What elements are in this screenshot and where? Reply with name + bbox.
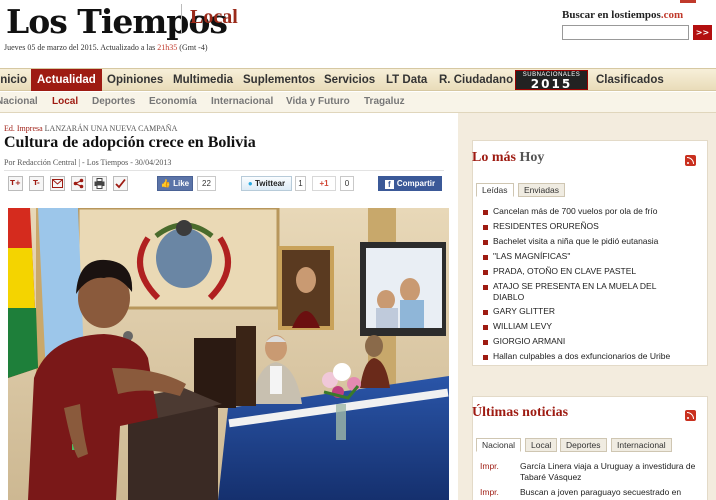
tools-divider <box>4 170 444 171</box>
news-tag: Impr. <box>480 487 499 497</box>
rss-icon[interactable] <box>685 410 696 421</box>
search-label-text: Buscar en lostiempos <box>562 9 661 21</box>
nav-item-inicio[interactable]: Inicio <box>0 69 27 91</box>
like-label: Like <box>173 179 190 188</box>
subnav-item-nacional[interactable]: Nacional <box>0 92 38 112</box>
email-icon[interactable] <box>50 176 65 191</box>
main-nav: Inicio Actualidad Opiniones Multimedia S… <box>0 68 716 91</box>
list-bullet <box>483 325 488 330</box>
search-label: Buscar en lostiempos.com <box>562 9 683 21</box>
tweet-label: Twittear <box>255 179 286 188</box>
list-item[interactable]: GARY GLITTER <box>493 306 703 317</box>
news-text: Buscan a joven paraguayo secuestrado en <box>520 487 682 497</box>
nav-item-actualidad[interactable]: Actualidad <box>31 69 102 91</box>
list-bullet <box>483 225 488 230</box>
nav-item-clasificados[interactable]: Clasificados <box>596 69 664 91</box>
top-accent-mark <box>680 0 696 3</box>
tweet-count: 1 <box>295 176 306 191</box>
dateline-time: 21h35 <box>157 43 178 52</box>
list-item[interactable]: ATAJO SE PRESENTA EN LA MUELA DEL DIABLO <box>493 281 673 303</box>
article-slug: LANZARÁN UNA NUEVA CAMPAÑA <box>44 124 178 133</box>
nav-item-r-ciudadano[interactable]: R. Ciudadano <box>439 69 513 91</box>
nav-item-opiniones[interactable]: Opiniones <box>107 69 163 91</box>
list-bullet <box>483 340 488 345</box>
subnav-item-deportes[interactable]: Deportes <box>92 92 135 112</box>
list-bullet <box>483 240 488 245</box>
mas-hoy-title-gray: Hoy <box>519 150 545 165</box>
article-headline: Cultura de adopción crece en Bolivia <box>4 134 256 151</box>
list-bullet <box>483 210 488 215</box>
tab-enviadas[interactable]: Enviadas <box>518 183 565 197</box>
tab-deportes[interactable]: Deportes <box>560 438 607 452</box>
list-bullet <box>483 285 488 290</box>
article-edition-link[interactable]: Ed. Impresa <box>4 124 43 133</box>
sidebar: Lo más Hoy Leídas Enviadas Cancelan más … <box>458 113 716 500</box>
search-input[interactable] <box>562 25 689 40</box>
nav-item-lt-data[interactable]: LT Data <box>386 69 427 91</box>
google-plus-button[interactable]: +1 <box>312 176 336 191</box>
mas-hoy-title: Lo más Hoy <box>472 150 544 166</box>
list-bullet <box>483 355 488 360</box>
article-kicker: Ed. Impresa LANZARÁN UNA NUEVA CAMPAÑA <box>4 124 177 133</box>
article-photo[interactable] <box>8 208 449 500</box>
like-thumb-icon: 👍 <box>160 179 171 188</box>
list-item[interactable]: RESIDENTES ORUREÑOS <box>493 221 703 232</box>
twitter-bird-icon: ● <box>247 179 253 188</box>
tab-nacional[interactable]: Nacional <box>476 438 522 452</box>
sub-nav: Nacional Local Deportes Economía Interna… <box>0 92 716 113</box>
rss-icon[interactable] <box>685 155 696 166</box>
spellcheck-icon[interactable] <box>113 176 128 191</box>
logo-divider <box>181 4 182 34</box>
share-label: Compartir <box>396 179 436 188</box>
subnav-item-tragaluz[interactable]: Tragaluz <box>364 92 405 112</box>
nav-item-multimedia[interactable]: Multimedia <box>173 69 233 91</box>
list-item[interactable]: Cancelan más de 700 vuelos por ola de fr… <box>493 206 703 217</box>
list-item[interactable]: WILLIAM LEVY <box>493 321 703 332</box>
list-item[interactable]: Bachelet visita a niña que le pidió euta… <box>493 236 703 247</box>
subnav-item-local[interactable]: Local <box>52 92 78 112</box>
list-bullet <box>483 255 488 260</box>
facebook-like-button[interactable]: 👍 Like <box>157 176 193 191</box>
list-item[interactable]: GIORGIO ARMANI <box>493 336 703 347</box>
dateline-prefix: Jueves 05 de marzo del 2015. Actualizado… <box>4 43 158 52</box>
twitter-tweet-button[interactable]: ● Twittear <box>241 176 292 191</box>
subnav-item-vida-y-futuro[interactable]: Vida y Futuro <box>286 92 350 112</box>
list-item[interactable]: "LAS MAGNÍFICAS" <box>493 251 703 262</box>
tab-internacional[interactable]: Internacional <box>611 438 672 452</box>
search-label-tld: .com <box>660 9 684 21</box>
list-item[interactable]: PRADA, OTOÑO EN CLAVE PASTEL <box>493 266 703 277</box>
article: Ed. Impresa LANZARÁN UNA NUEVA CAMPAÑA C… <box>0 113 458 500</box>
badge-year: 2015 <box>530 77 573 91</box>
tab-leidas[interactable]: Leídas <box>476 183 514 197</box>
article-byline: Por Redacción Central | - Los Tiempos - … <box>4 158 172 167</box>
print-icon[interactable] <box>92 176 107 191</box>
share-icon[interactable] <box>71 176 86 191</box>
news-text: García Linera viaja a Uruguay a investid… <box>520 461 696 482</box>
dateline-suffix: (Gmt -4) <box>177 43 208 52</box>
text-increase-icon[interactable]: T+ <box>8 176 23 191</box>
site-header: Los Tiempos Local Jueves 05 de marzo del… <box>0 0 716 68</box>
list-item[interactable]: Hallan culpables a dos exfuncionarios de… <box>493 351 703 362</box>
nav-item-suplementos[interactable]: Suplementos <box>243 69 315 91</box>
list-bullet <box>483 310 488 315</box>
tab-local[interactable]: Local <box>525 438 558 452</box>
facebook-share-button[interactable]: f Compartir <box>378 176 442 191</box>
dateline: Jueves 05 de marzo del 2015. Actualizado… <box>4 43 208 52</box>
subnav-item-economia[interactable]: Economía <box>149 92 197 112</box>
subnacionales-2015-badge[interactable]: SUBNACIONALES 2015 <box>515 70 588 91</box>
facebook-icon: f <box>384 180 394 189</box>
subnav-item-internacional[interactable]: Internacional <box>211 92 273 112</box>
gplus-count: 0 <box>340 176 354 191</box>
news-tag: Impr. <box>480 461 499 471</box>
text-decrease-icon[interactable]: T- <box>29 176 44 191</box>
ultimas-title: Últimas noticias <box>472 405 569 420</box>
nav-item-servicios[interactable]: Servicios <box>324 69 375 91</box>
like-count: 22 <box>197 176 216 191</box>
search-button[interactable]: >> <box>693 25 712 40</box>
section-title[interactable]: Local <box>190 6 238 29</box>
mas-hoy-title-red: Lo más <box>472 150 516 165</box>
list-bullet <box>483 270 488 275</box>
